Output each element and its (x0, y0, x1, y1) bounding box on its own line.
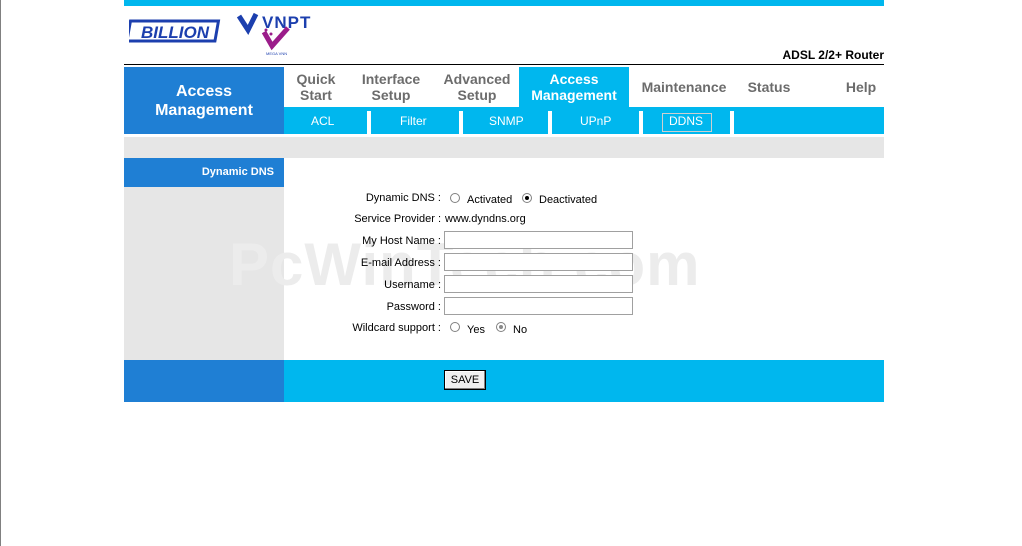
subtab-upnp[interactable]: UPnP (580, 114, 611, 128)
subtab-filter[interactable]: Filter (400, 114, 427, 128)
password-label: Password : (386, 301, 441, 313)
wildcard-yes-label: Yes (467, 324, 485, 336)
tab-quick-start[interactable]: Quick Start (292, 67, 340, 107)
billion-logo: BILLION (125, 18, 221, 44)
subtab-separator (730, 111, 734, 134)
router-model: ADSL 2/2+ Router (782, 48, 884, 62)
subtab-separator (367, 111, 371, 134)
wildcard-yes-radio[interactable] (450, 322, 460, 332)
username-input[interactable] (444, 275, 633, 293)
footer-bar (284, 360, 884, 402)
header-divider (124, 64, 884, 65)
top-accent-strip (124, 0, 884, 6)
vnpt-logo-subtext: MEGA VNN (266, 51, 287, 56)
tab-status[interactable]: Status (741, 67, 797, 107)
host-name-input[interactable] (444, 231, 633, 249)
password-input[interactable] (444, 297, 633, 315)
service-provider-label: Service Provider : (354, 213, 441, 225)
wildcard-label: Wildcard support : (352, 322, 441, 334)
header-gray-strip (124, 137, 884, 158)
left-nav-item-dynamic-dns[interactable]: Dynamic DNS (124, 158, 284, 187)
service-provider-value: www.dyndns.org (445, 213, 526, 225)
subtab-snmp[interactable]: SNMP (489, 114, 524, 128)
dynamic-dns-label: Dynamic DNS : (365, 192, 441, 204)
tab-interface-setup[interactable]: Interface Setup (354, 67, 428, 107)
subtab-separator (459, 111, 463, 134)
wildcard-no-radio[interactable] (496, 322, 506, 332)
wildcard-no-label: No (513, 324, 528, 336)
dynamic-dns-row: Dynamic DNS : Activated Deactivated (284, 192, 884, 208)
activated-label: Activated (467, 194, 513, 206)
tab-advanced-setup[interactable]: Advanced Setup (440, 67, 514, 107)
tab-maintenance[interactable]: Maintenance (638, 67, 730, 107)
deactivated-label: Deactivated (539, 194, 598, 206)
subtab-ddns[interactable]: DDNS (669, 114, 703, 128)
subtab-acl[interactable]: ACL (311, 114, 334, 128)
subtab-separator (548, 111, 552, 134)
footer-left-bar (124, 360, 284, 402)
service-provider-row: Service Provider : www.dyndns.org (284, 213, 884, 229)
vnpt-logo: VNPT MEGA VNN (236, 10, 326, 58)
activated-radio[interactable] (450, 193, 460, 203)
subtab-separator (639, 111, 643, 134)
billion-logo-text: BILLION (141, 23, 210, 42)
section-title: Access Management (124, 67, 284, 134)
tab-access-management[interactable]: Access Management (519, 67, 629, 107)
host-name-label: My Host Name : (362, 235, 441, 247)
wildcard-row: Wildcard support : Yes No (284, 322, 884, 338)
save-button[interactable]: SAVE (444, 370, 486, 390)
email-input[interactable] (444, 253, 633, 271)
username-label: Username : (384, 279, 441, 291)
tab-help[interactable]: Help (839, 67, 883, 107)
deactivated-radio[interactable] (522, 193, 532, 203)
email-label: E-mail Address : (360, 257, 441, 269)
